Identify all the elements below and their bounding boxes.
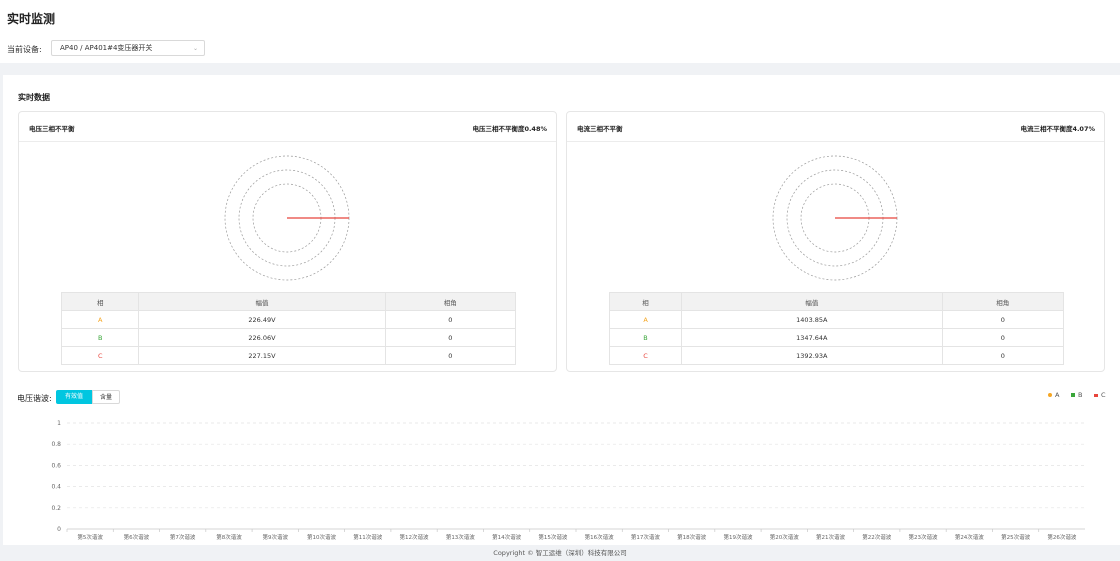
table-row: C 227.15V 0: [60, 346, 517, 365]
phase-cell: A: [608, 310, 683, 329]
legend-label: A: [1055, 391, 1060, 399]
magnitude-cell: 1403.85A: [681, 310, 943, 329]
harmonics-title: 电压谐波:: [17, 394, 52, 403]
x-tick-label: 第16次谐波: [585, 533, 614, 541]
table-row: B 1347.64A 0: [608, 328, 1065, 347]
x-tick-label: 第8次谐波: [216, 533, 242, 541]
column-header-phase: 相: [60, 292, 140, 311]
x-tick-label: 第7次谐波: [170, 533, 196, 541]
x-tick-label: 第12次谐波: [400, 533, 429, 541]
table-row: B 226.06V 0: [60, 328, 517, 347]
x-tick-label: 第15次谐波: [538, 533, 567, 541]
column-header-phase: 相: [608, 292, 683, 311]
column-header-magnitude: 幅值: [138, 292, 386, 311]
current-phase-table: 相 幅值 相角 A 1403.85A 0 B 1347.64A 0 C 1392…: [608, 292, 1065, 365]
x-tick-label: 第14次谐波: [492, 533, 521, 541]
legend-marker: [1071, 393, 1075, 397]
y-tick-label: 0.2: [51, 505, 61, 512]
phasor-diagram: [772, 155, 898, 281]
magnitude-cell: 227.15V: [138, 346, 386, 365]
device-label: 当前设备:: [7, 45, 42, 54]
x-tick-label: 第17次谐波: [631, 533, 660, 541]
column-header-angle: 相角: [384, 292, 517, 311]
main-panel: 实时数据 电压三相不平衡 电压三相不平衡度0.48% 相 幅值 相角 A 226…: [3, 75, 1120, 545]
x-tick-label: 第18次谐波: [677, 533, 706, 541]
angle-cell: 0: [384, 310, 517, 329]
card-title: 电压三相不平衡: [29, 125, 75, 133]
magnitude-cell: 226.06V: [138, 328, 386, 347]
magnitude-cell: 1347.64A: [681, 328, 943, 347]
card-header: 电压三相不平衡 电压三相不平衡度0.48%: [19, 112, 556, 142]
section-title: 实时数据: [18, 93, 50, 102]
legend-item-b[interactable]: B: [1071, 391, 1082, 399]
phasor-diagram: [224, 155, 350, 281]
magnitude-cell: 226.49V: [138, 310, 386, 329]
unbalance-metric: 电流三相不平衡度4.07%: [1020, 125, 1095, 133]
top-bar: 实时监测 当前设备: AP40 / AP401#4变压器开关 ⌄: [0, 0, 1120, 63]
unbalance-metric: 电压三相不平衡度0.48%: [472, 125, 547, 133]
legend-marker: [1048, 393, 1052, 397]
angle-cell: 0: [941, 346, 1065, 365]
angle-cell: 0: [941, 328, 1065, 347]
x-tick-label: 第22次谐波: [862, 533, 891, 541]
card-header: 电流三相不平衡 电流三相不平衡度4.07%: [567, 112, 1104, 142]
y-tick-label: 0: [57, 526, 61, 533]
harmonics-chart: 0 0.2 0.4 0.6 0.8 1 第5次谐波 第6次谐波 第7次谐波 第8次谐波 第9次谐波 第…: [51, 420, 1085, 541]
magnitude-cell: 1392.93A: [681, 346, 943, 365]
x-tick-label: 第6次谐波: [124, 533, 150, 541]
device-select[interactable]: AP40 / AP401#4变压器开关 ⌄: [51, 40, 205, 56]
card-title: 电流三相不平衡: [577, 125, 623, 133]
x-tick-label: 第19次谐波: [723, 533, 752, 541]
x-tick-label: 第10次谐波: [307, 533, 336, 541]
y-tick-label: 0.4: [51, 484, 61, 491]
device-select-value: AP40 / AP401#4变压器开关: [60, 44, 153, 52]
tab-content[interactable]: 含量: [92, 390, 120, 404]
page-title: 实时监测: [7, 12, 56, 26]
legend-label: C: [1101, 391, 1106, 399]
legend-label: B: [1078, 391, 1083, 399]
table-row: A 1403.85A 0: [608, 310, 1065, 329]
legend-item-c[interactable]: C: [1094, 391, 1106, 399]
y-tick-label: 1: [57, 420, 61, 427]
current-unbalance-card: 电流三相不平衡 电流三相不平衡度4.07% 相 幅值 相角 A 1403.85A: [566, 111, 1105, 372]
table-row: C 1392.93A 0: [608, 346, 1065, 365]
column-header-magnitude: 幅值: [681, 292, 943, 311]
voltage-phase-table: 相 幅值 相角 A 226.49V 0 B 226.06V 0 C 227.15…: [60, 292, 517, 365]
y-tick-label: 0.6: [51, 462, 61, 469]
x-tick-label: 第11次谐波: [353, 533, 382, 541]
tab-rms[interactable]: 有效值: [56, 390, 92, 404]
phase-cell: A: [60, 310, 140, 329]
x-tick-label: 第26次谐波: [1047, 533, 1076, 541]
table-row: A 226.49V 0: [60, 310, 517, 329]
x-tick-label: 第5次谐波: [77, 533, 103, 541]
phase-cell: B: [608, 328, 683, 347]
chevron-down-icon: ⌄: [192, 45, 198, 52]
legend-item-a[interactable]: A: [1048, 391, 1059, 399]
angle-cell: 0: [384, 346, 517, 365]
angle-cell: 0: [384, 328, 517, 347]
x-tick-label: 第23次谐波: [909, 533, 938, 541]
x-tick-label: 第25次谐波: [1001, 533, 1030, 541]
phase-cell: B: [60, 328, 140, 347]
x-tick-label: 第24次谐波: [955, 533, 984, 541]
phase-cell: C: [60, 346, 140, 365]
angle-cell: 0: [941, 310, 1065, 329]
y-tick-label: 0.8: [51, 441, 61, 448]
footer: Copyright © 智工运维（深圳）科技有限公司: [493, 549, 627, 557]
column-header-angle: 相角: [941, 292, 1065, 311]
phase-cell: C: [608, 346, 683, 365]
voltage-unbalance-card: 电压三相不平衡 电压三相不平衡度0.48% 相 幅值 相角 A 226.49V: [18, 111, 557, 372]
legend-marker: [1094, 393, 1098, 397]
x-tick-label: 第21次谐波: [816, 533, 845, 541]
x-tick-label: 第9次谐波: [262, 533, 288, 541]
x-tick-label: 第13次谐波: [446, 533, 475, 541]
x-tick-label: 第20次谐波: [770, 533, 799, 541]
